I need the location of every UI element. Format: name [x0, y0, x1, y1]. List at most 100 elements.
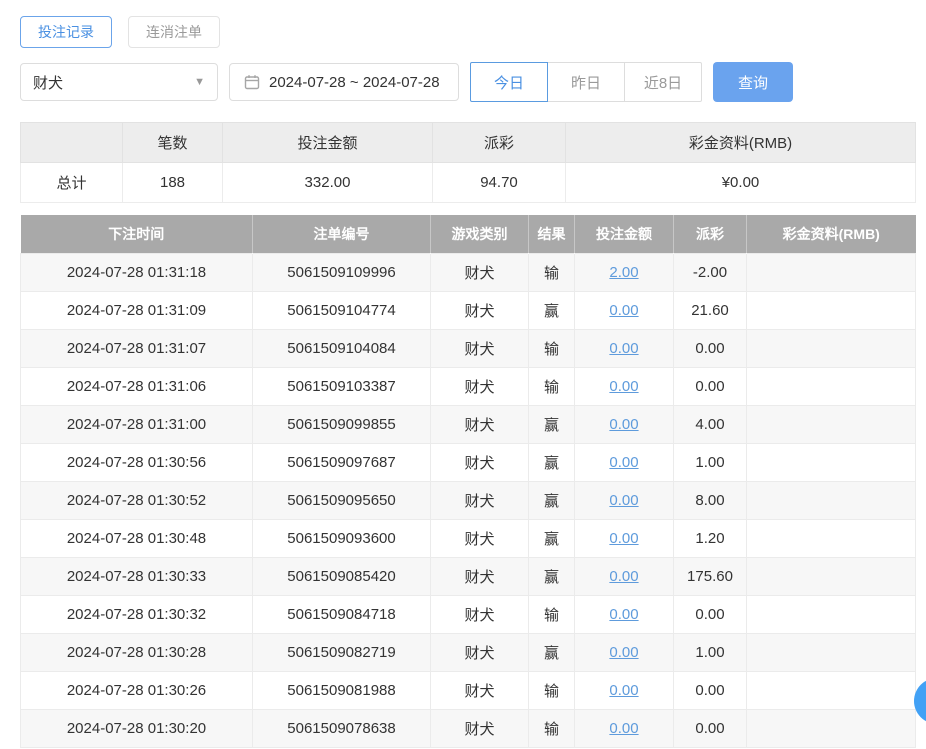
payout-value: -2.00: [674, 253, 747, 291]
quick-button-today[interactable]: 今日: [470, 62, 548, 102]
order-id: 5061509104084: [253, 329, 431, 367]
bet-time: 2024-07-28 01:30:48: [21, 519, 253, 557]
bonus-value: [747, 253, 916, 291]
order-id: 5061509085420: [253, 557, 431, 595]
bet-amount-link[interactable]: 0.00: [609, 530, 638, 547]
order-id: 5061509093600: [253, 519, 431, 557]
bet-amount-link[interactable]: 0.00: [609, 606, 638, 623]
bet-time: 2024-07-28 01:30:33: [21, 557, 253, 595]
summary-header-payout: 派彩: [433, 123, 566, 163]
bet-result: 赢: [529, 405, 575, 443]
payout-value: 0.00: [674, 709, 747, 747]
bet-amount-cell: 0.00: [575, 633, 674, 671]
bet-amount-link[interactable]: 0.00: [609, 378, 638, 395]
bonus-value: [747, 671, 916, 709]
bonus-value: [747, 443, 916, 481]
header-bonus: 彩金资料(RMB): [747, 215, 916, 253]
table-row: 2024-07-28 01:30:32 5061509084718 财犬 输 0…: [21, 595, 916, 633]
payout-value: 1.20: [674, 519, 747, 557]
order-id: 5061509095650: [253, 481, 431, 519]
bet-result: 赢: [529, 443, 575, 481]
bet-time: 2024-07-28 01:30:52: [21, 481, 253, 519]
bet-amount-link[interactable]: 2.00: [609, 264, 638, 281]
bet-amount-link[interactable]: 0.00: [609, 416, 638, 433]
bet-table-header-row: 下注时间 注单编号 游戏类别 结果 投注金额 派彩 彩金资料(RMB): [21, 215, 916, 253]
payout-value: 0.00: [674, 595, 747, 633]
tab-cancelled-orders[interactable]: 连消注单: [128, 16, 220, 48]
bet-amount-cell: 0.00: [575, 291, 674, 329]
bonus-value: [747, 329, 916, 367]
table-row: 2024-07-28 01:31:00 5061509099855 财犬 赢 0…: [21, 405, 916, 443]
bet-amount-link[interactable]: 0.00: [609, 302, 638, 319]
game-type: 财犬: [431, 481, 529, 519]
payout-value: 1.00: [674, 633, 747, 671]
bet-time: 2024-07-28 01:31:00: [21, 405, 253, 443]
date-range-input[interactable]: 2024-07-28 ~ 2024-07-28: [229, 63, 459, 101]
game-type: 财犬: [431, 557, 529, 595]
bet-result: 输: [529, 709, 575, 747]
bet-amount-link[interactable]: 0.00: [609, 492, 638, 509]
bonus-value: [747, 519, 916, 557]
tab-bar: 投注记录 连消注单: [20, 16, 915, 48]
betting-records-page: 投注记录 连消注单 财犬 ▼ 2024-07-28 ~ 2024-07-28 今…: [0, 0, 926, 749]
tab-betting-records[interactable]: 投注记录: [20, 16, 112, 48]
payout-value: 0.00: [674, 367, 747, 405]
bet-amount-link[interactable]: 0.00: [609, 682, 638, 699]
summary-total-row: 总计 188 332.00 94.70 ¥0.00: [21, 163, 916, 203]
bet-amount-link[interactable]: 0.00: [609, 720, 638, 737]
game-type: 财犬: [431, 367, 529, 405]
payout-value: 1.00: [674, 443, 747, 481]
quick-date-group: 今日 昨日 近8日: [470, 62, 702, 102]
payout-value: 0.00: [674, 329, 747, 367]
game-type: 财犬: [431, 443, 529, 481]
bet-result: 赢: [529, 481, 575, 519]
bet-amount-link[interactable]: 0.00: [609, 644, 638, 661]
quick-button-yesterday[interactable]: 昨日: [547, 62, 625, 102]
bet-result: 赢: [529, 557, 575, 595]
quick-button-last8days[interactable]: 近8日: [624, 62, 702, 102]
bet-time: 2024-07-28 01:30:28: [21, 633, 253, 671]
summary-bet-amount-value: 332.00: [223, 163, 433, 203]
bet-table-body: 2024-07-28 01:31:18 5061509109996 财犬 输 2…: [21, 253, 916, 747]
table-row: 2024-07-28 01:30:33 5061509085420 财犬 赢 0…: [21, 557, 916, 595]
header-order-id: 注单编号: [253, 215, 431, 253]
bet-amount-cell: 0.00: [575, 709, 674, 747]
game-select-value: 财犬: [33, 72, 63, 93]
payout-value: 21.60: [674, 291, 747, 329]
header-bet-time: 下注时间: [21, 215, 253, 253]
payout-value: 175.60: [674, 557, 747, 595]
game-type: 财犬: [431, 291, 529, 329]
table-row: 2024-07-28 01:30:52 5061509095650 财犬 赢 0…: [21, 481, 916, 519]
table-row: 2024-07-28 01:30:26 5061509081988 财犬 输 0…: [21, 671, 916, 709]
summary-header-count: 笔数: [123, 123, 223, 163]
bet-time: 2024-07-28 01:30:26: [21, 671, 253, 709]
bet-time: 2024-07-28 01:31:09: [21, 291, 253, 329]
bet-time: 2024-07-28 01:31:18: [21, 253, 253, 291]
header-game-type: 游戏类别: [431, 215, 529, 253]
bonus-value: [747, 291, 916, 329]
bet-amount-link[interactable]: 0.00: [609, 568, 638, 585]
order-id: 5061509084718: [253, 595, 431, 633]
bet-amount-cell: 0.00: [575, 405, 674, 443]
bonus-value: [747, 595, 916, 633]
bet-table: 下注时间 注单编号 游戏类别 结果 投注金额 派彩 彩金资料(RMB) 2024…: [20, 215, 916, 748]
date-range-value: 2024-07-28 ~ 2024-07-28: [269, 74, 440, 91]
bet-result: 赢: [529, 633, 575, 671]
game-select[interactable]: 财犬 ▼: [20, 63, 218, 101]
table-row: 2024-07-28 01:30:56 5061509097687 财犬 赢 0…: [21, 443, 916, 481]
search-button[interactable]: 查询: [713, 62, 793, 102]
table-row: 2024-07-28 01:31:18 5061509109996 财犬 输 2…: [21, 253, 916, 291]
order-id: 5061509081988: [253, 671, 431, 709]
table-row: 2024-07-28 01:31:09 5061509104774 财犬 赢 0…: [21, 291, 916, 329]
bet-amount-cell: 0.00: [575, 595, 674, 633]
bet-time: 2024-07-28 01:30:56: [21, 443, 253, 481]
summary-header-bet-amount: 投注金额: [223, 123, 433, 163]
bonus-value: [747, 557, 916, 595]
bet-time: 2024-07-28 01:30:32: [21, 595, 253, 633]
bet-result: 输: [529, 367, 575, 405]
bet-amount-link[interactable]: 0.00: [609, 340, 638, 357]
game-type: 财犬: [431, 405, 529, 443]
bet-amount-link[interactable]: 0.00: [609, 454, 638, 471]
summary-count-value: 188: [123, 163, 223, 203]
game-type: 财犬: [431, 709, 529, 747]
